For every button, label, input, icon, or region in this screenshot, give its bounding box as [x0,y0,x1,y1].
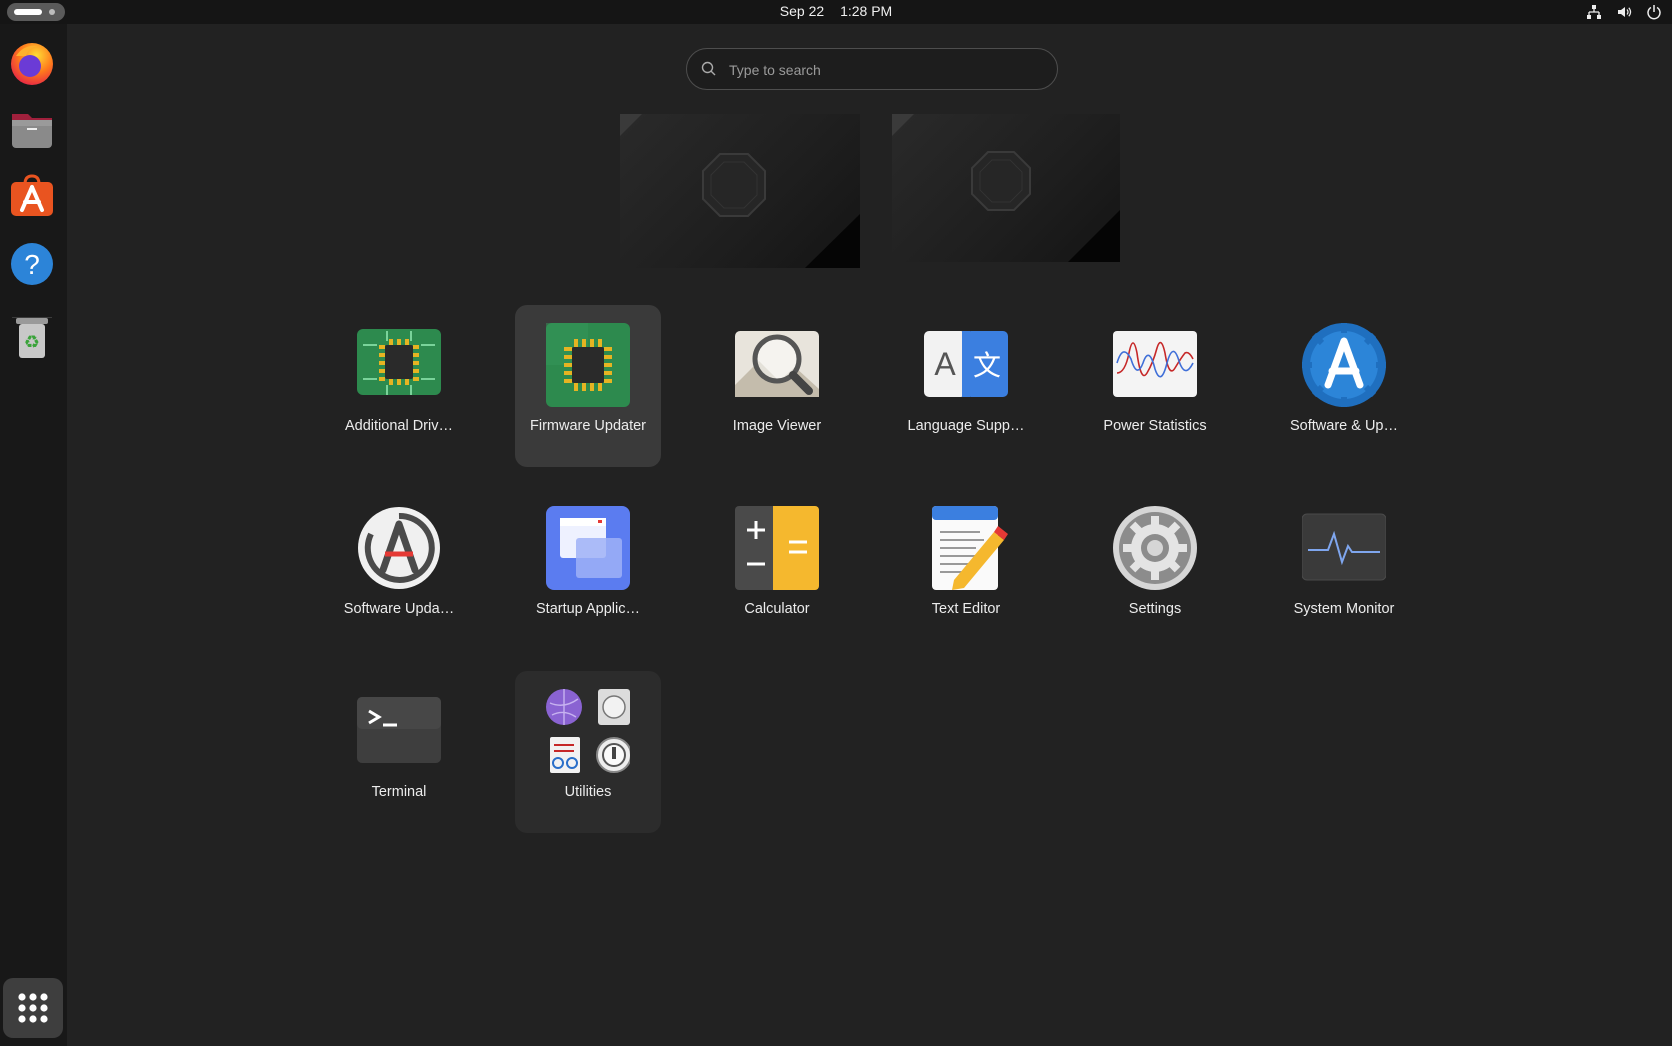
svg-text:A: A [934,346,956,382]
startup-apps-icon [546,506,630,590]
show-apps-button[interactable] [3,978,63,1038]
app-additional-drivers[interactable]: Additional Driv… [326,305,472,467]
calculator-icon [735,506,819,590]
system-tray[interactable] [1586,4,1662,20]
app-label: Power Statistics [1103,418,1207,434]
app-image-viewer[interactable]: Image Viewer [704,305,850,467]
app-label: Utilities [564,784,612,800]
app-software-updates[interactable]: Software & Up… [1271,305,1417,467]
chip-icon [546,323,630,407]
app-label: Image Viewer [732,418,822,434]
clock-time: 1:28 PM [840,3,893,19]
search-input[interactable] [727,57,1031,83]
software-sources-icon [1302,323,1386,407]
app-label: System Monitor [1293,601,1395,617]
svg-text:♻: ♻ [24,332,40,353]
app-folder-utilities[interactable]: Utilities [515,671,661,833]
app-text-editor[interactable]: Text Editor [893,488,1039,650]
power-icon[interactable] [1646,4,1662,20]
app-label: Settings [1128,601,1182,617]
chip-icon [357,329,441,395]
app-calculator[interactable]: Calculator [704,488,850,650]
top-bar: Sep 22 1:28 PM [0,0,1672,24]
wallpaper-emblem-icon [892,114,1120,262]
clock-date: Sep 22 [779,3,825,19]
image-viewer-icon [735,331,819,397]
search-icon [701,61,716,76]
search-box[interactable] [686,48,1058,90]
app-power-statistics[interactable]: Power Statistics [1082,305,1228,467]
clock[interactable]: Sep 22 1:28 PM [0,3,1672,19]
svg-text:?: ? [24,249,40,280]
app-terminal[interactable]: Terminal [326,671,472,833]
app-center-icon[interactable] [8,172,56,220]
app-label: Calculator [744,601,810,617]
help-icon[interactable]: ? [8,240,56,288]
system-monitor-icon [1302,513,1386,581]
svg-text:文: 文 [973,349,1001,382]
app-label: Software & Up… [1290,418,1398,434]
folder-icon [546,689,630,773]
text-editor-icon [932,506,1008,590]
app-settings[interactable]: Settings [1082,488,1228,650]
workspace-thumbnail-2[interactable] [892,114,1120,262]
app-label: Startup Applic… [536,601,640,617]
wallpaper-emblem-icon [620,114,860,268]
app-label: Language Supp… [907,418,1025,434]
terminal-icon [357,697,441,763]
app-label: Software Upda… [343,601,455,617]
app-system-monitor[interactable]: System Monitor [1271,488,1417,650]
gear-icon [1113,506,1197,590]
app-software-updater[interactable]: Software Upda… [326,488,472,650]
app-firmware-updater[interactable]: Firmware Updater [515,305,661,467]
app-label: Additional Driv… [345,418,453,434]
app-language-support[interactable]: A 文 Language Supp… [893,305,1039,467]
power-stats-icon [1113,331,1197,397]
app-label: Terminal [371,784,427,800]
volume-icon[interactable] [1616,4,1632,20]
software-updater-icon [358,507,440,589]
app-label: Text Editor [931,601,1001,617]
app-startup-applications[interactable]: Startup Applic… [515,488,661,650]
workspace-thumbnail-1[interactable] [620,114,860,268]
dock: ? ♻ [0,24,67,1046]
app-label: Firmware Updater [529,418,647,434]
files-icon[interactable] [8,106,56,154]
grid-icon [18,993,48,1023]
trash-icon[interactable]: ♻ [8,314,56,362]
language-icon: A 文 [924,331,1008,397]
network-icon[interactable] [1586,4,1602,20]
firefox-icon[interactable] [8,38,56,86]
